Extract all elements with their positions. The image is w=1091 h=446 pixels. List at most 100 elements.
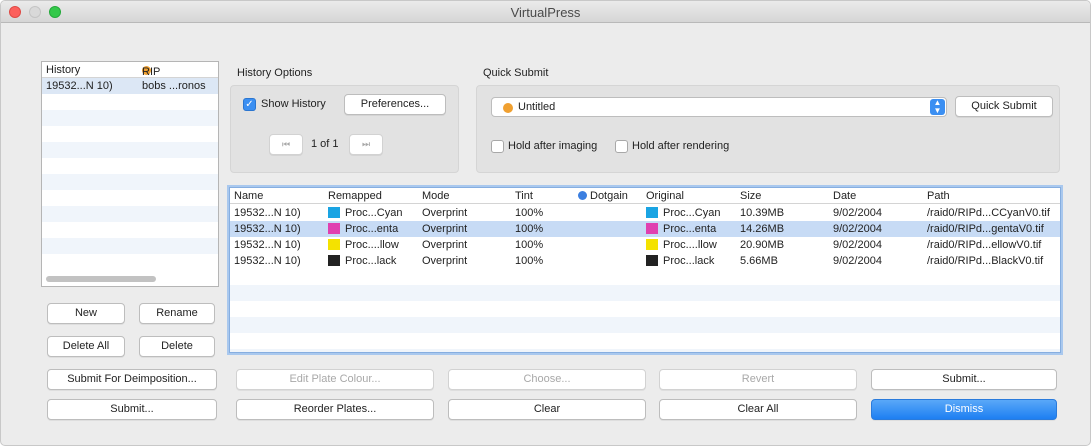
plate-empty-row (230, 349, 1060, 352)
size-column-header[interactable]: Size (740, 190, 761, 202)
new-button[interactable]: New (47, 303, 125, 324)
plate-original-cell: Proc...lack (646, 255, 714, 267)
title-bar[interactable]: VirtualPress (1, 1, 1090, 23)
quick-submit-box: Untitled ▲ ▼ Quick Submit Hold after imag… (476, 85, 1060, 173)
plate-mode-cell: Overprint (422, 239, 468, 251)
plate-original-text: Proc...lack (663, 255, 715, 267)
history-row-rip: bobs ...ronos (142, 80, 206, 92)
history-empty-row (42, 190, 218, 206)
plates-table-header: Name Remapped Mode Tint Dotgain Original… (230, 188, 1060, 204)
plate-empty-row (230, 333, 1060, 349)
quick-submit-selected-value: Untitled (518, 101, 556, 113)
plate-tint-cell: 100% (515, 239, 544, 251)
show-history-label[interactable]: Show History (261, 98, 326, 110)
plate-row[interactable]: 19532...N 10) Proc....llow Overprint 100% Pr… (230, 237, 1060, 253)
plate-remapped-cell: Proc...lack (328, 255, 396, 267)
history-empty-row (42, 206, 218, 222)
history-options-label: History Options (237, 67, 313, 79)
hold-after-imaging-label[interactable]: Hold after imaging (508, 140, 597, 152)
color-swatch (328, 239, 340, 250)
dotgain-icon (578, 191, 587, 200)
hold-after-rendering-checkbox[interactable] (615, 140, 628, 153)
choose-button[interactable]: Choose... (448, 369, 646, 390)
history-submit-button[interactable]: Submit... (47, 399, 217, 420)
rename-button[interactable]: Rename (139, 303, 215, 324)
plate-row[interactable]: 19532...N 10) Proc...enta Overprint 100% Pro… (230, 221, 1060, 237)
plates-table[interactable]: Name Remapped Mode Tint Dotgain Original… (229, 187, 1061, 353)
plate-name-cell: 19532...N 10) (234, 255, 301, 267)
plate-date-cell: 9/02/2004 (833, 239, 882, 251)
history-empty-row (42, 110, 218, 126)
revert-button[interactable]: Revert (659, 369, 857, 390)
history-empty-row (42, 174, 218, 190)
delete-button[interactable]: Delete (139, 336, 215, 357)
plate-original-cell: Proc....llow (646, 239, 717, 251)
dotgain-column-header[interactable]: Dotgain (578, 190, 628, 202)
color-swatch (646, 207, 658, 218)
history-empty-row (42, 126, 218, 142)
plate-original-text: Proc....llow (663, 239, 717, 251)
history-empty-row (42, 158, 218, 174)
clear-button[interactable]: Clear (448, 399, 646, 420)
quick-submit-label: Quick Submit (483, 67, 549, 79)
color-swatch (646, 239, 658, 250)
plate-remapped-text: Proc...Cyan (345, 207, 403, 219)
skip-back-icon[interactable]: ⏮ (269, 134, 303, 155)
remapped-column-header[interactable]: Remapped (328, 190, 382, 202)
history-table[interactable]: History RIP 19532...N 10) bobs ...ronos (41, 61, 219, 287)
clear-all-button[interactable]: Clear All (659, 399, 857, 420)
mode-column-header[interactable]: Mode (422, 190, 450, 202)
reorder-plates-button[interactable]: Reorder Plates... (236, 399, 434, 420)
plate-name-cell: 19532...N 10) (234, 207, 301, 219)
date-column-header[interactable]: Date (833, 190, 856, 202)
history-row-name: 19532...N 10) (46, 80, 113, 92)
plate-mode-cell: Overprint (422, 207, 468, 219)
quick-submit-select[interactable]: Untitled ▲ ▼ (491, 97, 947, 117)
plate-tint-cell: 100% (515, 255, 544, 267)
delete-all-button[interactable]: Delete All (47, 336, 125, 357)
name-column-header[interactable]: Name (234, 190, 263, 202)
history-column-header[interactable]: History (46, 64, 80, 76)
plate-path-cell: /raid0/RIPd...gentaV0.tif (927, 223, 1044, 235)
chevron-up-down-icon: ▲ ▼ (930, 99, 945, 115)
plate-empty-row (230, 285, 1060, 301)
color-swatch (328, 207, 340, 218)
hold-after-rendering-label[interactable]: Hold after rendering (632, 140, 729, 152)
hold-after-imaging-checkbox[interactable] (491, 140, 504, 153)
history-empty-row (42, 238, 218, 254)
history-empty-row (42, 142, 218, 158)
plate-remapped-cell: Proc...Cyan (328, 207, 402, 219)
history-horizontal-scrollbar[interactable] (46, 276, 156, 282)
skip-forward-icon[interactable]: ⏭ (349, 134, 383, 155)
show-history-checkbox[interactable]: ✓ (243, 98, 256, 111)
path-column-header[interactable]: Path (927, 190, 950, 202)
plate-date-cell: 9/02/2004 (833, 207, 882, 219)
edit-plate-colour-button[interactable]: Edit Plate Colour... (236, 369, 434, 390)
plate-row[interactable]: 19532...N 10) Proc...lack Overprint 100% Pro… (230, 253, 1060, 269)
plate-size-cell: 5.66MB (740, 255, 778, 267)
plate-remapped-cell: Proc...enta (328, 223, 398, 235)
plate-original-text: Proc...Cyan (663, 207, 721, 219)
rip-column-label: RIP (142, 66, 161, 78)
plate-remapped-cell: Proc....llow (328, 239, 399, 251)
preferences-button[interactable]: Preferences... (344, 94, 446, 115)
plate-date-cell: 9/02/2004 (833, 223, 882, 235)
submit-for-deimposition-button[interactable]: Submit For Deimposition... (47, 369, 217, 390)
history-empty-row (42, 94, 218, 110)
plate-tint-cell: 100% (515, 207, 544, 219)
tint-column-header[interactable]: Tint (515, 190, 533, 202)
plate-empty-row (230, 269, 1060, 285)
plate-mode-cell: Overprint (422, 223, 468, 235)
history-row[interactable]: 19532...N 10) bobs ...ronos (42, 78, 218, 94)
plate-size-cell: 14.26MB (740, 223, 785, 235)
quick-submit-button[interactable]: Quick Submit (955, 96, 1053, 117)
plate-name-cell: 19532...N 10) (234, 239, 301, 251)
submit-button[interactable]: Submit... (871, 369, 1057, 390)
plate-name-cell: 19532...N 10) (234, 223, 301, 235)
plate-original-text: Proc...enta (663, 223, 717, 235)
plate-date-cell: 9/02/2004 (833, 255, 882, 267)
original-column-header[interactable]: Original (646, 190, 684, 202)
dismiss-button[interactable]: Dismiss (871, 399, 1057, 420)
plate-row[interactable]: 19532...N 10) Proc...Cyan Overprint 100% Pro… (230, 205, 1060, 221)
plate-remapped-text: Proc...lack (345, 255, 397, 267)
